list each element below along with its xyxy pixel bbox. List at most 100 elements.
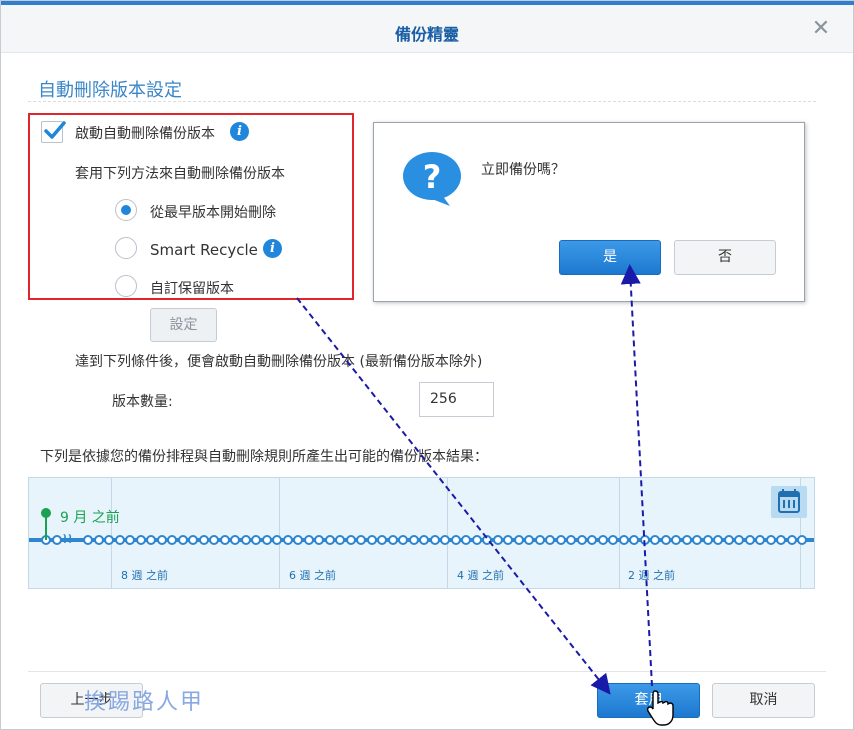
pin-label: 9 月 之前 [60, 510, 120, 526]
week-label: 2 週 之前 [628, 569, 675, 582]
timeline-divider [111, 478, 112, 588]
enable-rotation-checkbox[interactable] [41, 121, 66, 143]
version-dot [608, 535, 618, 545]
version-dot [188, 535, 198, 545]
version-dot [492, 535, 503, 545]
version-timeline: ≀≀ 9 月 之前 8 週 之前 6 週 之前 4 週 之前 2 週 之前 [28, 477, 815, 589]
option-custom-retention-label: 自訂保留版本 [150, 281, 234, 297]
version-dot [251, 535, 261, 545]
version-dot [230, 535, 240, 545]
section-divider [28, 101, 816, 102]
version-dot [639, 535, 650, 545]
version-dot [576, 535, 587, 545]
version-dot [482, 535, 492, 545]
version-dot [293, 535, 303, 545]
version-dot [303, 535, 314, 545]
version-dot [450, 535, 461, 545]
version-dot [377, 535, 387, 545]
version-dot [692, 535, 702, 545]
timeline-divider [619, 478, 620, 588]
info-icon[interactable]: i [230, 122, 249, 141]
version-dot [398, 535, 408, 545]
dialog-message: 立即備份嗎？ [481, 162, 565, 178]
version-dot [597, 535, 608, 545]
radio-custom-retention[interactable] [115, 275, 137, 297]
enable-rotation-label: 啟動自動刪除備份版本 [75, 126, 215, 142]
version-dot [587, 535, 597, 545]
version-dot [786, 535, 797, 545]
option-smart-recycle-label: Smart Recycle [150, 241, 258, 259]
version-dot [219, 535, 230, 545]
version-dot [429, 535, 440, 545]
version-dot [681, 535, 692, 545]
dialog-yes-button[interactable]: 是 [559, 240, 661, 275]
week-label: 4 週 之前 [457, 569, 504, 582]
version-dot [513, 535, 524, 545]
version-dot [440, 535, 450, 545]
footer-divider [28, 671, 826, 672]
version-dot [198, 535, 209, 545]
timeline-break-icon: ≀≀ [62, 531, 73, 547]
version-dot [345, 535, 356, 545]
version-dot [356, 535, 366, 545]
version-dot [314, 535, 324, 545]
version-dot [272, 535, 282, 545]
dialog-no-button[interactable]: 否 [674, 240, 776, 275]
watermark: 挨踢路人甲 [84, 690, 205, 715]
timeline-divider [279, 478, 280, 588]
version-dot [209, 535, 219, 545]
version-dot [83, 535, 93, 545]
version-dot [776, 535, 786, 545]
option-oldest-first-label: 從最早版本開始刪除 [150, 205, 276, 221]
radio-oldest-first[interactable] [115, 199, 137, 221]
apply-button[interactable]: 套用 [597, 683, 700, 718]
smart-recycle-info-icon[interactable]: i [263, 239, 282, 258]
version-dot [702, 535, 713, 545]
version-dot [240, 535, 251, 545]
version-dot [545, 535, 555, 545]
timeline-caption: 下列是依據您的備份排程與自動刪除規則所產生出可能的備份版本結果： [40, 449, 488, 465]
version-dot [524, 535, 534, 545]
version-dot [125, 535, 135, 545]
settings-button[interactable]: 設定 [150, 308, 217, 342]
question-icon: ? [403, 152, 461, 206]
version-dot [135, 535, 146, 545]
version-dot [671, 535, 681, 545]
version-dot [167, 535, 177, 545]
version-dot [261, 535, 272, 545]
version-dot [765, 535, 776, 545]
method-prompt: 套用下列方法來自動刪除備份版本 [75, 166, 285, 182]
version-dot [797, 535, 807, 545]
version-dot [146, 535, 156, 545]
version-dot [650, 535, 660, 545]
week-label: 8 週 之前 [121, 569, 168, 582]
pin-marker-icon [41, 508, 51, 518]
version-dot [387, 535, 398, 545]
version-dot [660, 535, 671, 545]
version-dot [734, 535, 744, 545]
version-dot [744, 535, 755, 545]
version-dot [156, 535, 167, 545]
cancel-button[interactable]: 取消 [712, 683, 815, 718]
version-dot [723, 535, 734, 545]
version-dot [177, 535, 188, 545]
calendar-icon [778, 489, 800, 513]
section-title: 自動刪除版本設定 [38, 80, 182, 101]
version-dot [618, 535, 629, 545]
window-title: 備份精靈 [394, 25, 459, 44]
week-label: 6 週 之前 [289, 569, 336, 582]
version-count-input[interactable]: 256 [419, 382, 494, 417]
version-dot [534, 535, 545, 545]
calendar-button[interactable] [771, 486, 807, 518]
version-dot [282, 535, 293, 545]
version-dot [566, 535, 576, 545]
close-icon[interactable]: ✕ [811, 18, 831, 40]
radio-smart-recycle[interactable] [115, 237, 137, 259]
title-bar: 備份精靈 ✕ [1, 5, 853, 53]
version-dot [629, 535, 639, 545]
version-count-label: 版本數量: [112, 394, 173, 410]
version-dot [93, 535, 104, 545]
version-dot [419, 535, 429, 545]
condition-text: 達到下列條件後，便會啟動自動刪除備份版本 (最新備份版本除外) [75, 354, 483, 370]
version-dot [713, 535, 723, 545]
